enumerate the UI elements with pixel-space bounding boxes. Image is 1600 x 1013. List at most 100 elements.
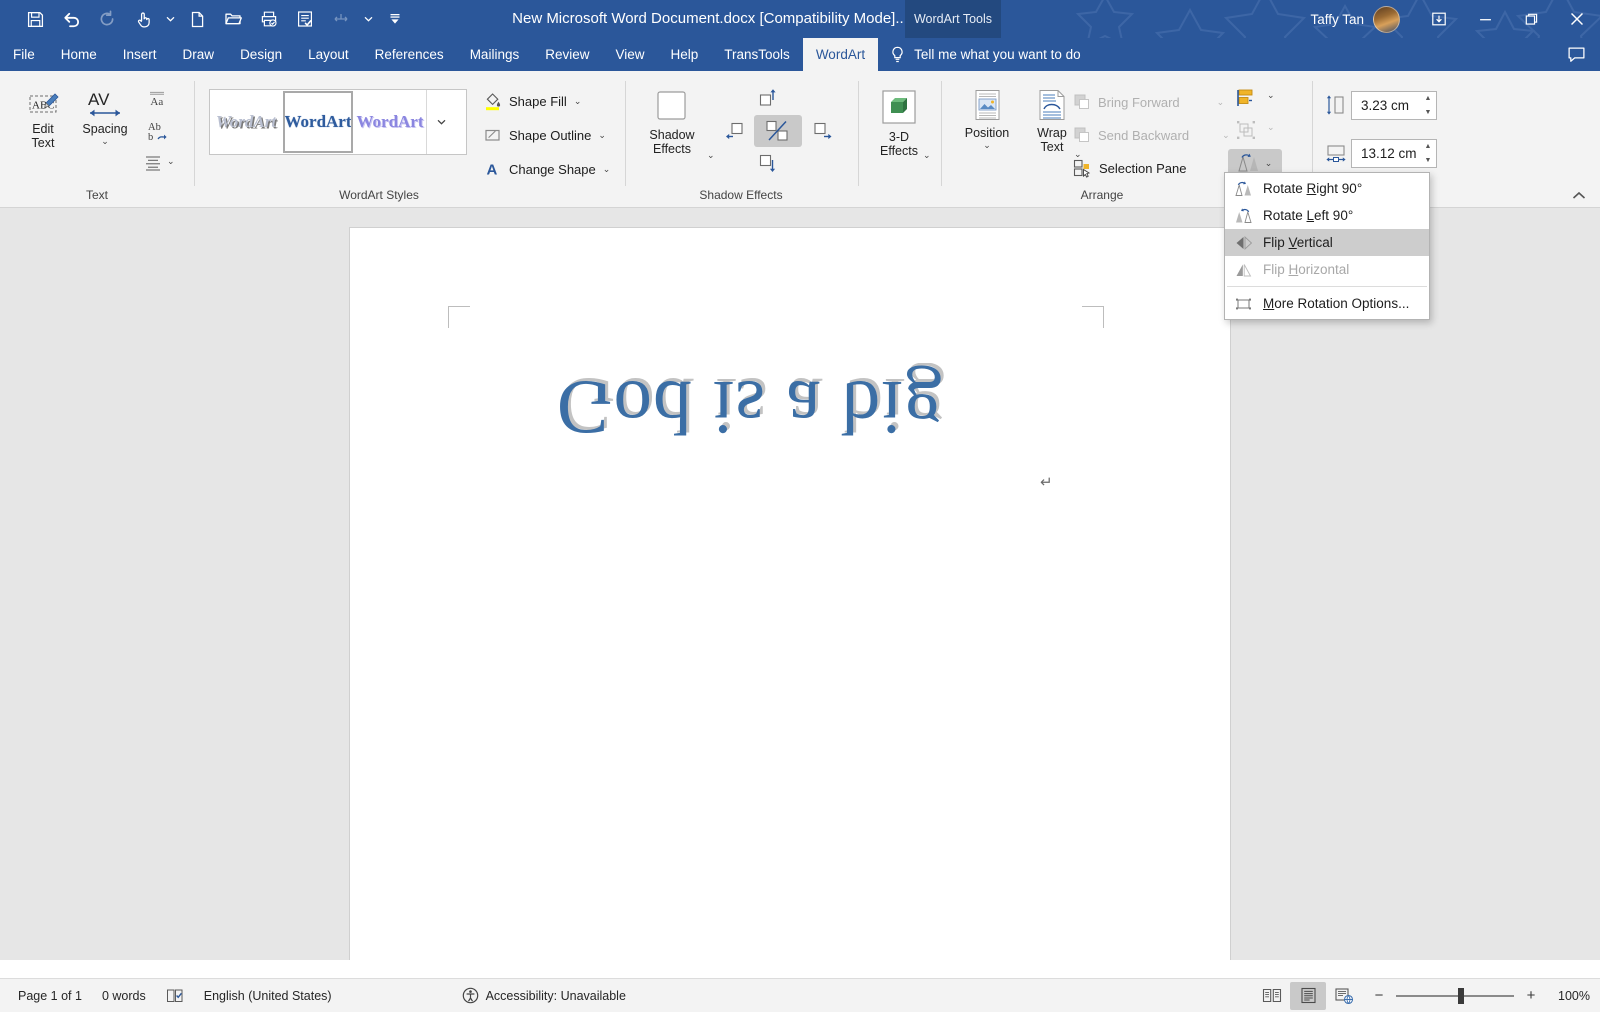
accessibility-status[interactable]: Accessibility: Unavailable (452, 979, 636, 1013)
tell-me-search[interactable]: Tell me what you want to do (878, 38, 1093, 71)
tab-home[interactable]: Home (48, 38, 110, 71)
undo-icon[interactable] (54, 4, 88, 34)
language-status[interactable]: English (United States) (194, 979, 342, 1013)
spacing-chevron-down-icon[interactable]: ⌄ (101, 137, 109, 146)
document-canvas[interactable]: God is a big ↵ (0, 208, 1600, 960)
group-chevron-down-icon[interactable]: ⌄ (1267, 123, 1275, 132)
even-height-button[interactable]: Aa (144, 87, 170, 111)
change-shape-chevron-down-icon[interactable]: ⌄ (603, 164, 611, 174)
zoom-out-button[interactable]: − (1372, 987, 1386, 1004)
shape-height-spinner[interactable]: ▲ ▼ (1420, 92, 1436, 119)
shadow-effects-button[interactable]: Shadow Effects (635, 85, 709, 158)
wordart-styles-more-chevron-down-icon[interactable] (426, 90, 456, 154)
shadow-on-off-toggle-button[interactable] (754, 115, 802, 147)
tab-mailings[interactable]: Mailings (457, 38, 533, 71)
rotate-chevron-down-icon[interactable]: ⌄ (1265, 158, 1273, 168)
proofing-status-button[interactable] (156, 979, 194, 1013)
zoom-slider-thumb[interactable] (1458, 987, 1464, 1004)
open-folder-icon[interactable] (216, 4, 250, 34)
position-chevron-down-icon[interactable]: ⌄ (983, 141, 991, 150)
menu-item-flip-vertical[interactable]: Flip Vertical (1225, 229, 1429, 256)
print-preview-icon[interactable] (252, 4, 286, 34)
shape-height-spin-up[interactable]: ▲ (1420, 92, 1436, 106)
word-count-status[interactable]: 0 words (92, 979, 156, 1013)
tab-draw[interactable]: Draw (170, 38, 228, 71)
selection-pane-button[interactable]: Selection Pane (1068, 155, 1191, 181)
page-number-status[interactable]: Page 1 of 1 (8, 979, 92, 1013)
shape-width-input[interactable] (1359, 145, 1421, 162)
wordart-alignment-button[interactable] (140, 151, 166, 175)
print-layout-view-button[interactable] (1290, 981, 1326, 1010)
3d-effects-chevron-down-icon[interactable]: ⌄ (923, 151, 931, 160)
ribbon-display-options-icon[interactable] (1416, 0, 1462, 38)
spacing-button[interactable]: AV Spacing ⌄ (74, 85, 136, 148)
shadow-effects-chevron-down-icon[interactable]: ⌄ (707, 151, 715, 160)
avatar[interactable] (1373, 5, 1400, 33)
send-backward-chevron-down-icon[interactable]: ⌄ (1222, 130, 1230, 140)
tab-layout[interactable]: Layout (295, 38, 362, 71)
wordart-style-3[interactable]: WordArt (354, 90, 426, 154)
nudge-shadow-left-button[interactable] (718, 116, 753, 144)
insert-table-icon[interactable] (324, 4, 358, 34)
shape-width-spin-up[interactable]: ▲ (1420, 140, 1436, 154)
wordart-style-1[interactable]: WordArt (210, 90, 282, 154)
shape-width-spinner[interactable]: ▲ ▼ (1420, 140, 1436, 167)
group-button[interactable] (1230, 117, 1262, 143)
align-button[interactable] (1230, 85, 1262, 111)
shape-outline-chevron-down-icon[interactable]: ⌄ (598, 130, 606, 140)
shape-height-input[interactable] (1359, 97, 1421, 114)
touch-mode-chevron-down-icon[interactable] (162, 4, 178, 34)
align-chevron-down-icon[interactable]: ⌄ (1267, 91, 1275, 100)
shape-fill-button[interactable]: Shape Fill ⌄ (479, 88, 586, 114)
menu-item-rotate-left-90[interactable]: Rotate Left 90° (1225, 202, 1429, 229)
nudge-shadow-down-button[interactable] (750, 149, 785, 177)
tab-insert[interactable]: Insert (110, 38, 170, 71)
shape-height-spin-down[interactable]: ▼ (1420, 106, 1436, 120)
restore-button[interactable] (1508, 0, 1554, 38)
close-button[interactable] (1554, 0, 1600, 38)
new-document-icon[interactable] (180, 4, 214, 34)
shape-fill-chevron-down-icon[interactable]: ⌄ (574, 96, 582, 106)
change-shape-button[interactable]: A Change Shape ⌄ (479, 156, 615, 182)
nudge-shadow-right-button[interactable] (804, 116, 839, 144)
tab-references[interactable]: References (362, 38, 457, 71)
collapse-ribbon-button[interactable] (1572, 191, 1586, 200)
shape-height-field[interactable]: ▲ ▼ (1351, 91, 1437, 120)
shape-width-field[interactable]: ▲ ▼ (1351, 139, 1437, 168)
shape-outline-button[interactable]: Shape Outline ⌄ (479, 122, 611, 148)
tab-file[interactable]: File (0, 38, 48, 71)
tab-design[interactable]: Design (227, 38, 295, 71)
zoom-in-button[interactable]: + (1524, 987, 1538, 1004)
save-icon[interactable] (18, 4, 52, 34)
insert-table-chevron-down-icon[interactable] (360, 4, 376, 34)
tab-help[interactable]: Help (658, 38, 712, 71)
send-backward-button[interactable]: Send Backward ⌄ (1068, 122, 1235, 148)
web-layout-view-button[interactable] (1326, 982, 1362, 1010)
vertical-text-button[interactable]: Ab b (144, 117, 170, 145)
bring-forward-button[interactable]: Bring Forward ⌄ (1068, 89, 1229, 115)
zoom-slider[interactable] (1396, 987, 1514, 1004)
nudge-shadow-up-button[interactable] (750, 84, 785, 112)
spelling-grammar-icon[interactable] (288, 4, 322, 34)
bring-forward-chevron-down-icon[interactable]: ⌄ (1217, 97, 1225, 107)
wordart-style-2[interactable]: WordArt (282, 90, 354, 154)
minimize-button[interactable] (1462, 0, 1508, 38)
comments-button[interactable] (1567, 38, 1586, 71)
menu-item-more-rotation-options[interactable]: More Rotation Options... (1225, 290, 1429, 317)
edit-text-button[interactable]: ABC Edit Text (14, 85, 72, 152)
zoom-level-label[interactable]: 100% (1548, 989, 1590, 1003)
tab-view[interactable]: View (602, 38, 657, 71)
wordart-alignment-chevron-down-icon[interactable]: ⌄ (167, 157, 175, 166)
account-info[interactable]: Taffy Tan (1310, 5, 1400, 33)
tab-transtools[interactable]: TransTools (711, 38, 803, 71)
menu-item-rotate-right-90[interactable]: Rotate Right 90° (1225, 175, 1429, 202)
redo-icon[interactable] (90, 4, 124, 34)
read-mode-view-button[interactable] (1254, 982, 1290, 1010)
3d-effects-button[interactable]: 3-D Effects (865, 85, 933, 160)
document-page[interactable]: God is a big ↵ (350, 228, 1230, 960)
customize-qat-icon[interactable] (378, 4, 412, 34)
shape-width-spin-down[interactable]: ▼ (1420, 154, 1436, 168)
wordart-object[interactable]: God is a big (470, 343, 1030, 473)
tab-review[interactable]: Review (532, 38, 602, 71)
touch-mode-icon[interactable] (126, 4, 160, 34)
